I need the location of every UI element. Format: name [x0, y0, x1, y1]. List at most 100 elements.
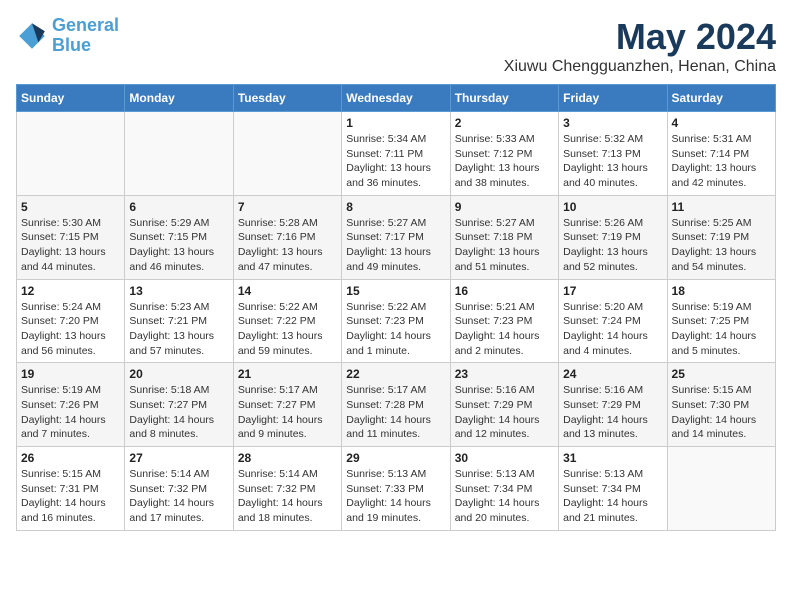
day-number: 24 — [563, 367, 662, 381]
day-info: Sunrise: 5:21 AM Sunset: 7:23 PM Dayligh… — [455, 300, 554, 359]
day-number: 14 — [238, 284, 337, 298]
header-day: Friday — [559, 85, 667, 112]
day-info: Sunrise: 5:29 AM Sunset: 7:15 PM Dayligh… — [129, 216, 228, 275]
day-info: Sunrise: 5:20 AM Sunset: 7:24 PM Dayligh… — [563, 300, 662, 359]
calendar-cell — [233, 112, 341, 196]
calendar-cell: 27 Sunrise: 5:14 AM Sunset: 7:32 PM Dayli… — [125, 447, 233, 531]
day-number: 8 — [346, 200, 445, 214]
logo-text: General Blue — [52, 16, 119, 56]
day-number: 9 — [455, 200, 554, 214]
day-number: 20 — [129, 367, 228, 381]
header-day: Tuesday — [233, 85, 341, 112]
calendar-cell: 1 Sunrise: 5:34 AM Sunset: 7:11 PM Daylig… — [342, 112, 450, 196]
day-number: 21 — [238, 367, 337, 381]
logo: General Blue — [16, 16, 119, 56]
calendar-week-row: 19 Sunrise: 5:19 AM Sunset: 7:26 PM Dayli… — [17, 363, 776, 447]
subtitle: Xiuwu Chengguanzhen, Henan, China — [504, 58, 776, 76]
main-title: May 2024 — [504, 16, 776, 58]
calendar-cell: 21Sunrise: 5:17 AM Sunset: 7:27 PM Dayli… — [233, 363, 341, 447]
day-info: Sunrise: 5:22 AM Sunset: 7:22 PM Dayligh… — [238, 300, 337, 359]
day-info: Sunrise: 5:25 AM Sunset: 7:19 PM Dayligh… — [672, 216, 771, 275]
day-info: Sunrise: 5:32 AM Sunset: 7:13 PM Dayligh… — [563, 132, 662, 191]
day-info: Sunrise: 5:13 AM Sunset: 7:34 PM Dayligh… — [563, 467, 662, 526]
day-number: 2 — [455, 116, 554, 130]
day-info: Sunrise: 5:14 AM Sunset: 7:32 PM Dayligh… — [238, 467, 337, 526]
day-info: Sunrise: 5:15 AM Sunset: 7:30 PM Dayligh… — [672, 383, 771, 442]
calendar-cell: 7 Sunrise: 5:28 AM Sunset: 7:16 PM Daylig… — [233, 195, 341, 279]
calendar-cell: 3 Sunrise: 5:32 AM Sunset: 7:13 PM Daylig… — [559, 112, 667, 196]
header-day: Monday — [125, 85, 233, 112]
day-number: 13 — [129, 284, 228, 298]
calendar-cell — [125, 112, 233, 196]
day-info: Sunrise: 5:28 AM Sunset: 7:16 PM Dayligh… — [238, 216, 337, 275]
day-info: Sunrise: 5:30 AM Sunset: 7:15 PM Dayligh… — [21, 216, 120, 275]
calendar-cell: 10 Sunrise: 5:26 AM Sunset: 7:19 PM Dayli… — [559, 195, 667, 279]
calendar-cell: 9 Sunrise: 5:27 AM Sunset: 7:18 PM Daylig… — [450, 195, 558, 279]
day-info: Sunrise: 5:18 AM Sunset: 7:27 PM Dayligh… — [129, 383, 228, 442]
calendar-cell: 28Sunrise: 5:14 AM Sunset: 7:32 PM Dayli… — [233, 447, 341, 531]
day-number: 7 — [238, 200, 337, 214]
calendar-cell: 5 Sunrise: 5:30 AM Sunset: 7:15 PM Daylig… — [17, 195, 125, 279]
day-number: 17 — [563, 284, 662, 298]
calendar-header: SundayMondayTuesdayWednesdayThursdayFrid… — [17, 85, 776, 112]
day-info: Sunrise: 5:14 AM Sunset: 7:32 PM Dayligh… — [129, 467, 228, 526]
day-info: Sunrise: 5:19 AM Sunset: 7:26 PM Dayligh… — [21, 383, 120, 442]
day-number: 30 — [455, 451, 554, 465]
day-number: 5 — [21, 200, 120, 214]
calendar-cell: 17 Sunrise: 5:20 AM Sunset: 7:24 PM Dayli… — [559, 279, 667, 363]
day-info: Sunrise: 5:19 AM Sunset: 7:25 PM Dayligh… — [672, 300, 771, 359]
header-day: Wednesday — [342, 85, 450, 112]
calendar-cell: 22Sunrise: 5:17 AM Sunset: 7:28 PM Dayli… — [342, 363, 450, 447]
day-number: 22 — [346, 367, 445, 381]
calendar-cell: 20 Sunrise: 5:18 AM Sunset: 7:27 PM Dayli… — [125, 363, 233, 447]
calendar-cell: 30 Sunrise: 5:13 AM Sunset: 7:34 PM Dayli… — [450, 447, 558, 531]
day-info: Sunrise: 5:27 AM Sunset: 7:17 PM Dayligh… — [346, 216, 445, 275]
calendar-cell: 8 Sunrise: 5:27 AM Sunset: 7:17 PM Daylig… — [342, 195, 450, 279]
calendar-cell — [667, 447, 775, 531]
calendar-week-row: 5 Sunrise: 5:30 AM Sunset: 7:15 PM Daylig… — [17, 195, 776, 279]
day-info: Sunrise: 5:16 AM Sunset: 7:29 PM Dayligh… — [455, 383, 554, 442]
day-number: 3 — [563, 116, 662, 130]
calendar-cell: 14 Sunrise: 5:22 AM Sunset: 7:22 PM Dayli… — [233, 279, 341, 363]
day-number: 1 — [346, 116, 445, 130]
day-number: 16 — [455, 284, 554, 298]
day-info: Sunrise: 5:23 AM Sunset: 7:21 PM Dayligh… — [129, 300, 228, 359]
calendar-cell: 2 Sunrise: 5:33 AM Sunset: 7:12 PM Daylig… — [450, 112, 558, 196]
header-day: Sunday — [17, 85, 125, 112]
day-number: 27 — [129, 451, 228, 465]
day-number: 31 — [563, 451, 662, 465]
calendar-cell: 4Sunrise: 5:31 AM Sunset: 7:14 PM Daylig… — [667, 112, 775, 196]
day-info: Sunrise: 5:13 AM Sunset: 7:34 PM Dayligh… — [455, 467, 554, 526]
day-info: Sunrise: 5:22 AM Sunset: 7:23 PM Dayligh… — [346, 300, 445, 359]
day-info: Sunrise: 5:33 AM Sunset: 7:12 PM Dayligh… — [455, 132, 554, 191]
day-number: 12 — [21, 284, 120, 298]
calendar-cell: 24Sunrise: 5:16 AM Sunset: 7:29 PM Dayli… — [559, 363, 667, 447]
calendar-cell: 13 Sunrise: 5:23 AM Sunset: 7:21 PM Dayli… — [125, 279, 233, 363]
day-number: 10 — [563, 200, 662, 214]
calendar-body: 1 Sunrise: 5:34 AM Sunset: 7:11 PM Daylig… — [17, 112, 776, 531]
calendar-cell: 18 Sunrise: 5:19 AM Sunset: 7:25 PM Dayli… — [667, 279, 775, 363]
day-number: 18 — [672, 284, 771, 298]
day-number: 25 — [672, 367, 771, 381]
day-number: 15 — [346, 284, 445, 298]
day-info: Sunrise: 5:27 AM Sunset: 7:18 PM Dayligh… — [455, 216, 554, 275]
day-info: Sunrise: 5:13 AM Sunset: 7:33 PM Dayligh… — [346, 467, 445, 526]
header-day: Thursday — [450, 85, 558, 112]
day-number: 29 — [346, 451, 445, 465]
calendar-cell — [17, 112, 125, 196]
day-number: 6 — [129, 200, 228, 214]
calendar-cell: 19 Sunrise: 5:19 AM Sunset: 7:26 PM Dayli… — [17, 363, 125, 447]
title-area: May 2024 Xiuwu Chengguanzhen, Henan, Chi… — [504, 16, 776, 76]
calendar-cell: 11Sunrise: 5:25 AM Sunset: 7:19 PM Dayli… — [667, 195, 775, 279]
day-info: Sunrise: 5:15 AM Sunset: 7:31 PM Dayligh… — [21, 467, 120, 526]
logo-icon — [16, 20, 48, 52]
day-number: 19 — [21, 367, 120, 381]
calendar-cell: 6 Sunrise: 5:29 AM Sunset: 7:15 PM Daylig… — [125, 195, 233, 279]
day-number: 26 — [21, 451, 120, 465]
day-info: Sunrise: 5:24 AM Sunset: 7:20 PM Dayligh… — [21, 300, 120, 359]
calendar-cell: 26 Sunrise: 5:15 AM Sunset: 7:31 PM Dayli… — [17, 447, 125, 531]
calendar-cell: 23Sunrise: 5:16 AM Sunset: 7:29 PM Dayli… — [450, 363, 558, 447]
day-info: Sunrise: 5:26 AM Sunset: 7:19 PM Dayligh… — [563, 216, 662, 275]
day-info: Sunrise: 5:34 AM Sunset: 7:11 PM Dayligh… — [346, 132, 445, 191]
calendar-week-row: 12 Sunrise: 5:24 AM Sunset: 7:20 PM Dayli… — [17, 279, 776, 363]
